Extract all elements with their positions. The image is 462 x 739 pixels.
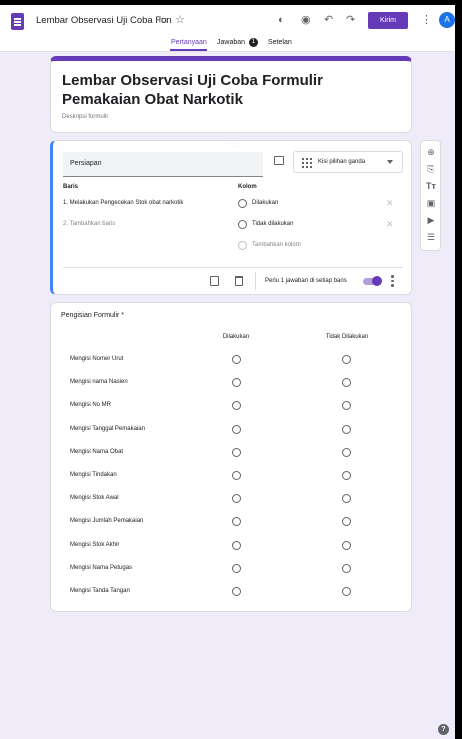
radio-dilakukan[interactable] [232,424,241,434]
more-vert-icon[interactable]: ⋮ [421,13,432,27]
require-response-label: Perlu 1 jawaban di setiap baris [265,278,347,284]
star-icon[interactable]: ☆ [175,13,185,27]
duplicate-icon[interactable] [210,276,219,286]
radio-tidak-dilakukan[interactable] [342,401,351,411]
grid-col-header-1: Dilakukan [222,334,250,340]
add-question-icon[interactable]: ⊕ [426,147,436,157]
add-image-icon[interactable]: ▣ [426,198,436,208]
form-description[interactable]: Deskripsi formulir [62,114,108,120]
add-row-button[interactable]: 2. Tambahkan baris [63,221,115,227]
right-black-strip [455,0,462,739]
remove-column-2-icon[interactable]: ✕ [386,220,394,229]
form-title-card: Lembar Observasi Uji Coba Formulir Pemak… [50,56,412,133]
footer-separator [255,272,256,290]
add-image-icon[interactable] [274,156,284,165]
grid-row-1[interactable]: 1. Melakukan Pengecekan Stok obat narkot… [63,200,183,206]
radio-tidak-dilakukan[interactable] [342,563,351,573]
add-section-icon[interactable]: ☰ [426,232,436,242]
tab-settings[interactable]: Setelan [268,39,292,46]
chevron-down-icon [387,160,393,164]
question-type-label: Kisi pilihan ganda [318,159,366,165]
grid-row-label: Mengisi Nama Obat [70,448,124,455]
undo-icon[interactable]: ↶ [324,13,333,27]
grid-row-label: Mengisi Stok Akhir [70,541,120,548]
send-button[interactable]: Kirim [368,12,408,29]
active-tab-indicator [170,49,207,51]
column-radio-icon [238,199,247,208]
column-radio-icon [238,241,247,250]
app-header: Lembar Observasi Uji Coba Fon ▭ ☆ ◐ ◉ ↶ … [0,5,455,52]
radio-tidak-dilakukan[interactable] [342,494,351,504]
grid-column-2[interactable]: Tidak dilakukan [252,221,293,227]
avatar[interactable]: A [439,12,455,28]
radio-tidak-dilakukan[interactable] [342,471,351,480]
grid-row-label: Mengisi Nomer Urut [70,356,124,362]
grid-row-label: Mengisi nama Nasien [70,379,128,386]
remove-column-1-icon[interactable]: ✕ [386,199,394,208]
radio-tidak-dilakukan[interactable] [342,517,351,527]
radio-tidak-dilakukan[interactable] [342,355,351,364]
require-toggle[interactable] [363,276,382,286]
help-icon[interactable]: ? [438,724,449,735]
question-card[interactable]: ::: Persiapan Kisi pilihan ganda Baris K… [50,140,412,295]
radio-dilakukan[interactable] [232,447,241,457]
radio-dilakukan[interactable] [232,471,241,480]
rows-header: Baris [63,184,79,190]
import-questions-icon[interactable]: ⎘ [426,164,436,174]
radio-tidak-dilakukan[interactable] [342,378,351,388]
radio-tidak-dilakukan[interactable] [342,587,351,596]
radio-dilakukan[interactable] [232,517,241,527]
responses-count-badge: 1 [249,38,258,47]
radio-tidak-dilakukan[interactable] [342,424,351,434]
document-title[interactable]: Lembar Observasi Uji Coba Fon [36,15,172,26]
add-column-button[interactable]: Tambahkan kolom [252,242,301,248]
grid-row-label: Mengisi Tanggal Pemakaian [70,425,145,432]
forms-app-icon[interactable] [11,13,24,30]
question-title-value: Persiapan [70,160,102,167]
column-radio-icon [238,220,247,229]
grid-question-card[interactable]: Pengisian Formulir * Dilakukan Tidak Dil… [50,302,412,612]
grid-column-1[interactable]: Dilakukan [252,200,278,206]
preview-eye-icon[interactable]: ◉ [301,13,311,27]
radio-dilakukan[interactable] [232,378,241,388]
radio-dilakukan[interactable] [232,355,241,364]
side-toolbar: ⊕ ⎘ Tт ▣ ▶ ☰ [420,140,441,251]
folder-icon[interactable]: ▭ [158,13,168,27]
palette-icon[interactable]: ◐ [278,13,285,27]
grid-row-label: Mengisi Nama Petugas [70,564,133,571]
grid-col-header-2: Tidak Dilakukan [325,334,369,340]
delete-icon[interactable] [235,276,243,286]
grid-row-label: Mengisi Tanda Tangan [70,588,130,594]
columns-header: Kolom [238,184,257,190]
drag-handle-icon[interactable]: ::: [230,143,238,149]
radio-dilakukan[interactable] [232,494,241,504]
radio-dilakukan[interactable] [232,587,241,596]
more-options-icon[interactable] [391,275,394,287]
add-title-icon[interactable]: Tт [426,181,436,191]
tab-responses[interactable]: Jawaban [217,39,245,46]
grid-row-label: Mengisi Jumlah Pemakaian [70,518,144,525]
grid-icon [302,158,312,168]
tab-questions[interactable]: Pertanyaan [171,39,207,46]
form-title[interactable]: Lembar Observasi Uji Coba Formulir Pemak… [62,71,402,109]
grid-row-label: Mengisi No MR [70,402,112,409]
grid-row-label: Mengisi Tindakan [70,472,117,478]
question-title-input[interactable]: Persiapan [63,152,263,177]
add-video-icon[interactable]: ▶ [426,215,436,225]
question-footer-divider [63,267,403,268]
radio-dilakukan[interactable] [232,401,241,411]
tab-bar: Pertanyaan Jawaban Setelan [0,39,455,52]
radio-dilakukan[interactable] [232,563,241,573]
grid-row-label: Mengisi Stok Awal [70,495,119,502]
redo-icon[interactable]: ↷ [346,13,355,27]
radio-dilakukan[interactable] [232,540,241,550]
grid-question-title: Pengisian Formulir * [61,312,125,319]
radio-tidak-dilakukan[interactable] [342,447,351,457]
question-type-select[interactable]: Kisi pilihan ganda [293,151,403,173]
radio-tidak-dilakukan[interactable] [342,540,351,550]
